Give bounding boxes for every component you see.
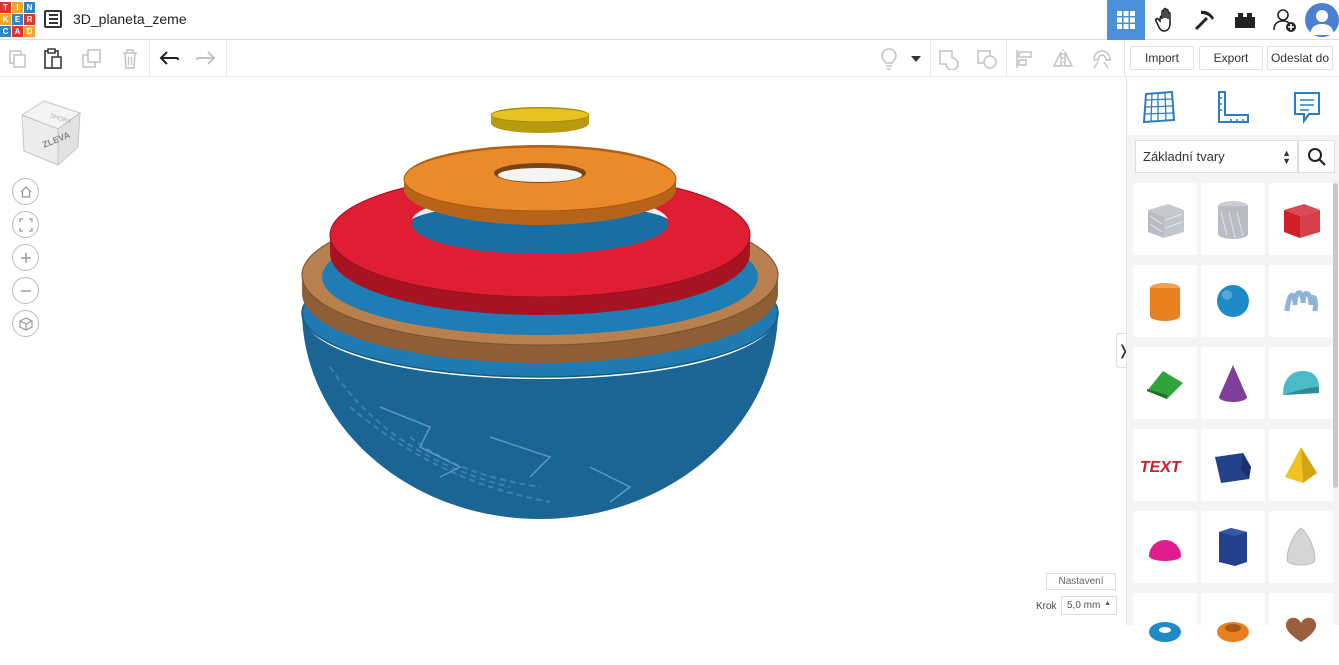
- delete-icon[interactable]: [117, 46, 143, 72]
- snap-grid-value: 5,0 mm: [1067, 600, 1101, 611]
- 3d-view-grid-icon[interactable]: [1107, 0, 1145, 40]
- workplane-viewport[interactable]: SHORA ZLEVA Nastavení Krok 5,0 mm ▲: [0, 77, 1126, 625]
- scribble-icon: [1284, 290, 1318, 312]
- earth-layers-model[interactable]: [290, 107, 790, 527]
- undo-icon[interactable]: [156, 46, 182, 72]
- add-user-icon[interactable]: [1266, 0, 1304, 40]
- design-list-icon[interactable]: [44, 10, 62, 28]
- round-roof-icon: [1283, 371, 1319, 395]
- half-sphere-icon: [1149, 540, 1181, 561]
- shape-tile-scribble[interactable]: [1269, 265, 1333, 337]
- shape-tile-cylinder-hole[interactable]: [1201, 183, 1265, 255]
- mirror-icon[interactable]: [1050, 46, 1076, 72]
- user-avatar[interactable]: [1305, 3, 1339, 37]
- caret-up-icon: ▲: [1104, 600, 1111, 607]
- box-hole-icon: [1148, 204, 1184, 238]
- torus-icon: [1149, 622, 1181, 642]
- logo-letter: D: [24, 26, 35, 37]
- panel-tabs: [1127, 77, 1339, 135]
- fit-view-icon[interactable]: [12, 211, 39, 238]
- logo-letter: N: [24, 2, 35, 13]
- text-icon: TEXT: [1141, 458, 1183, 476]
- shape-tile-cone[interactable]: [1201, 347, 1265, 419]
- shape-tile-pyramid[interactable]: [1269, 429, 1333, 501]
- edit-toolbar: Import Export Odeslat do: [0, 40, 1339, 77]
- copy-icon[interactable]: [5, 46, 31, 72]
- polygon-icon: [1219, 528, 1247, 566]
- box-icon: [1284, 204, 1320, 238]
- shape-tile-polygon[interactable]: [1201, 511, 1265, 583]
- cylinder-icon: [1150, 283, 1180, 321]
- shape-tile-heart[interactable]: [1269, 593, 1333, 665]
- logo-letter: A: [12, 26, 23, 37]
- top-bar: TIN KER CAD 3D_planeta_zeme: [0, 0, 1339, 40]
- panel-scrollbar[interactable]: [1333, 183, 1338, 488]
- shape-tile-torus[interactable]: [1133, 593, 1197, 665]
- lightbulb-icon[interactable]: [876, 46, 902, 72]
- cylinder-hole-icon: [1218, 201, 1248, 239]
- snap-grid-label: Krok: [1036, 601, 1057, 612]
- shapes-panel: Základní tvary ▲ ▼ TEXT: [1126, 77, 1339, 665]
- notes-icon[interactable]: [1287, 87, 1327, 127]
- cone-icon: [1219, 365, 1247, 402]
- magnet-cruise-icon[interactable]: [1088, 46, 1114, 72]
- shape-tile-sphere[interactable]: [1201, 265, 1265, 337]
- shape-tile-box-hole[interactable]: [1133, 183, 1197, 255]
- ruler-icon[interactable]: [1213, 87, 1253, 127]
- select-arrows-icon: ▲ ▼: [1282, 148, 1291, 166]
- bricks-icon[interactable]: [1226, 0, 1264, 40]
- workplane-grid-icon[interactable]: [1139, 87, 1179, 127]
- zoom-in-icon[interactable]: [12, 244, 39, 271]
- wedge-icon: [1215, 453, 1251, 483]
- shape-tile-text[interactable]: TEXT: [1133, 429, 1197, 501]
- ungroup-icon[interactable]: [974, 46, 1000, 72]
- shape-tile-roof[interactable]: [1133, 347, 1197, 419]
- paste-icon[interactable]: [40, 46, 66, 72]
- tube-icon: [1217, 622, 1249, 642]
- logo-letter: E: [12, 14, 23, 25]
- logo-letter: R: [24, 14, 35, 25]
- send-to-button[interactable]: Odeslat do: [1267, 46, 1333, 70]
- snap-grid-select[interactable]: 5,0 mm ▲: [1061, 596, 1117, 615]
- minecraft-pickaxe-icon[interactable]: [1186, 0, 1224, 40]
- sphere-icon: [1217, 285, 1249, 317]
- codeblocks-hand-icon[interactable]: [1147, 0, 1185, 40]
- chevron-down-icon[interactable]: [905, 46, 927, 72]
- shape-tile-half-sphere[interactable]: [1133, 511, 1197, 583]
- document-title[interactable]: 3D_planeta_zeme: [73, 11, 187, 27]
- heart-icon: [1285, 617, 1317, 642]
- home-view-icon[interactable]: [12, 178, 39, 205]
- duplicate-icon[interactable]: [79, 46, 105, 72]
- shape-tile-paraboloid[interactable]: [1269, 511, 1333, 583]
- align-icon[interactable]: [1012, 46, 1038, 72]
- shape-tile-tube[interactable]: [1201, 593, 1265, 665]
- zoom-out-icon[interactable]: [12, 277, 39, 304]
- logo-letter: I: [12, 2, 23, 13]
- export-button[interactable]: Export: [1199, 46, 1263, 70]
- tinkercad-logo[interactable]: TIN KER CAD: [0, 2, 35, 38]
- workplane-settings-button[interactable]: Nastavení: [1046, 573, 1116, 590]
- shape-category-select[interactable]: Základní tvary ▲ ▼: [1135, 140, 1298, 173]
- shape-category-value: Základní tvary: [1143, 149, 1225, 164]
- svg-text:TEXT: TEXT: [1141, 458, 1183, 476]
- shape-tile-box[interactable]: [1269, 183, 1333, 255]
- group-icon[interactable]: [936, 46, 962, 72]
- redo-icon[interactable]: [193, 46, 219, 72]
- logo-letter: T: [0, 2, 11, 13]
- perspective-toggle-icon[interactable]: [12, 310, 39, 337]
- search-icon[interactable]: [1298, 140, 1335, 173]
- roof-icon: [1147, 371, 1183, 399]
- pyramid-icon: [1285, 447, 1317, 483]
- import-button[interactable]: Import: [1130, 46, 1194, 70]
- paraboloid-icon: [1286, 527, 1316, 566]
- logo-letter: C: [0, 26, 11, 37]
- shape-tile-round-roof[interactable]: [1269, 347, 1333, 419]
- shape-tile-cylinder[interactable]: [1133, 265, 1197, 337]
- shape-tile-wedge[interactable]: [1201, 429, 1265, 501]
- view-cube[interactable]: SHORA ZLEVA: [16, 97, 82, 169]
- logo-letter: K: [0, 14, 11, 25]
